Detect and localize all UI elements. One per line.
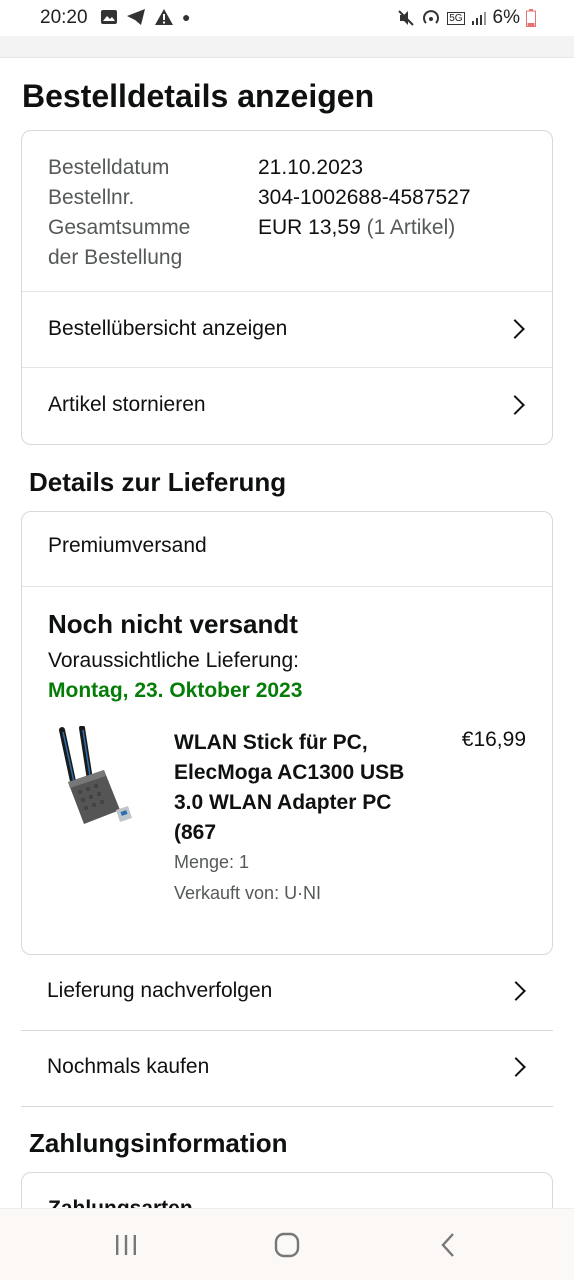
warning-icon xyxy=(155,9,173,25)
chevron-right-icon xyxy=(506,1057,526,1077)
product-price: €16,99 xyxy=(461,728,526,751)
order-date-label: Bestelldatum xyxy=(48,156,170,179)
system-navigation-bar xyxy=(0,1208,574,1280)
order-number-value: 304-1002688-4587527 xyxy=(258,186,471,209)
order-number-label: Bestellnr. xyxy=(48,186,135,209)
product-quantity: Menge: 1 xyxy=(174,852,250,872)
order-total-amount: EUR 13,59 xyxy=(258,216,361,239)
product-title-link[interactable]: WLAN Stick für PC, ElecMoga AC1300 USB 3… xyxy=(174,728,424,848)
recents-button[interactable] xyxy=(106,1227,146,1263)
order-overview-label: Bestellübersicht anzeigen xyxy=(48,317,288,340)
network-badge: 5G xyxy=(447,11,465,25)
order-total-row: Gesamtsumme der Bestellung EUR 13,59 (1 … xyxy=(48,213,528,273)
back-icon xyxy=(441,1233,454,1257)
page-title: Bestelldetails anzeigen xyxy=(22,78,375,114)
hotspot-icon xyxy=(423,10,440,24)
order-total-label-line2: der Bestellung xyxy=(48,246,183,269)
back-button[interactable] xyxy=(428,1227,468,1263)
order-summary-card: Bestelldatum 21.10.2023 Bestellnr. 304-1… xyxy=(21,130,553,445)
system-icons: 5G 6% xyxy=(397,7,536,29)
track-delivery-link[interactable]: Lieferung nachverfolgen xyxy=(21,953,553,1029)
order-total-label-line1: Gesamtsumme xyxy=(48,216,191,239)
order-date-value: 21.10.2023 xyxy=(258,156,364,179)
chevron-right-icon xyxy=(505,319,525,339)
order-total-label: Gesamtsumme der Bestellung xyxy=(48,213,258,273)
battery-percent: 6% xyxy=(492,7,520,28)
order-info: Bestelldatum 21.10.2023 Bestellnr. 304-1… xyxy=(48,153,528,273)
product-seller: Verkauft von: U·NI xyxy=(174,883,322,903)
more-dot-icon: ● xyxy=(182,9,191,25)
buy-again-label: Nochmals kaufen xyxy=(47,1055,210,1078)
delivery-card: Premiumversand Noch nicht versandt Vorau… xyxy=(21,511,553,955)
order-number-row: Bestellnr. 304-1002688-4587527 xyxy=(48,183,528,213)
chevron-right-icon xyxy=(505,395,525,415)
recents-icon xyxy=(116,1235,136,1255)
shipping-type: Premiumversand xyxy=(48,534,207,557)
home-icon xyxy=(274,1232,300,1258)
buy-again-link[interactable]: Nochmals kaufen xyxy=(21,1029,553,1105)
gallery-icon xyxy=(101,10,117,24)
cancel-items-link[interactable]: Artikel stornieren xyxy=(22,367,552,443)
signal-icon xyxy=(471,12,486,25)
delivery-section-title: Details zur Lieferung xyxy=(29,467,287,497)
order-total-value: EUR 13,59 (1 Artikel) xyxy=(258,213,455,273)
shipment-status: Noch nicht versandt xyxy=(48,609,298,639)
home-button[interactable] xyxy=(267,1227,307,1263)
mute-icon xyxy=(398,10,414,26)
eta-date: Montag, 23. Oktober 2023 xyxy=(48,679,303,702)
order-total-items: (1 Artikel) xyxy=(366,216,456,239)
battery-icon xyxy=(526,9,536,27)
order-date-row: Bestelldatum 21.10.2023 xyxy=(48,153,528,183)
status-time: 20:20 xyxy=(40,7,88,28)
status-bar: 20:20 ● 5G 6% xyxy=(0,0,574,36)
track-delivery-label: Lieferung nachverfolgen xyxy=(47,979,273,1002)
payment-section-title: Zahlungsinformation xyxy=(29,1128,288,1158)
chevron-right-icon xyxy=(506,981,526,1001)
browser-top-strip xyxy=(0,36,574,58)
product-image[interactable] xyxy=(54,726,136,830)
divider xyxy=(21,1106,553,1107)
notification-icons: ● xyxy=(100,8,190,26)
order-overview-link[interactable]: Bestellübersicht anzeigen xyxy=(22,291,552,367)
telegram-icon xyxy=(127,9,145,25)
cancel-items-label: Artikel stornieren xyxy=(48,393,206,416)
eta-label: Voraussichtliche Lieferung: xyxy=(48,649,299,672)
divider xyxy=(22,586,552,587)
